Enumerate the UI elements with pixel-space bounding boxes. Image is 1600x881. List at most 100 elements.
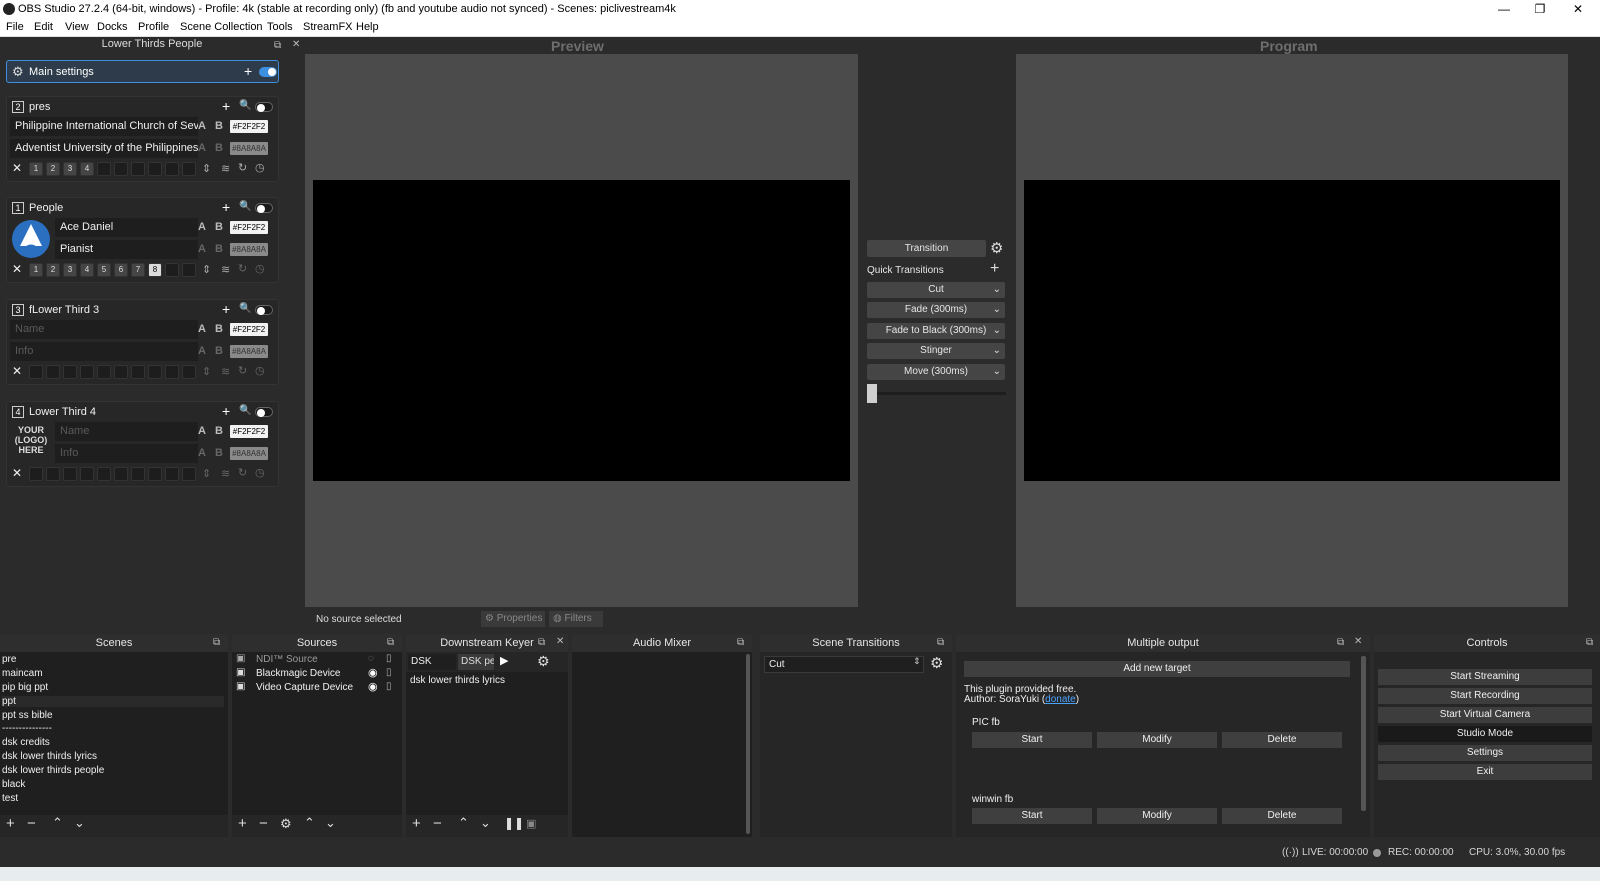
slot-7[interactable]: 7 <box>131 263 145 277</box>
clock-icon[interactable]: ◷ <box>255 466 265 479</box>
menu-tools[interactable]: Tools <box>267 21 293 33</box>
hidden-eye-icon[interactable]: ◌ <box>368 653 374 664</box>
lower-third-info-field[interactable]: Info <box>55 444 198 463</box>
slot-empty[interactable] <box>165 263 179 277</box>
info-color-chip[interactable]: #8A8A8A <box>230 345 268 358</box>
add-source-icon[interactable]: + <box>238 815 247 832</box>
clock-icon[interactable]: ◷ <box>255 161 265 174</box>
font-icon[interactable]: A <box>198 120 206 132</box>
eye-icon[interactable]: ◉ <box>368 680 378 693</box>
maximize-button[interactable]: ❐ <box>1522 0 1558 18</box>
chevron-down-icon[interactable]: ⌄ <box>993 364 1001 380</box>
clear-icon[interactable]: ✕ <box>12 262 22 276</box>
lower-third-title-field[interactable]: Name <box>55 422 198 441</box>
info-color-chip[interactable]: #8A8A8A <box>230 243 268 256</box>
eye-icon[interactable]: ◉ <box>368 666 378 679</box>
slot-1[interactable]: 1 <box>29 162 43 176</box>
scene-item-selected[interactable]: ppt <box>2 696 224 707</box>
font-icon[interactable]: A <box>198 425 206 437</box>
spinner-icon[interactable]: ⇕ <box>202 365 211 378</box>
quick-transition-cut[interactable]: Cut ⌄ <box>867 282 1005 298</box>
tab-scroll-right-icon[interactable]: ▶ <box>500 654 508 667</box>
scene-item[interactable]: ppt ss bible <box>2 710 53 721</box>
slot-empty[interactable] <box>97 467 111 481</box>
add-icon[interactable]: + <box>222 98 230 114</box>
scene-item[interactable]: dsk credits <box>2 737 50 748</box>
clock-icon[interactable]: ◷ <box>255 364 265 377</box>
slot-empty[interactable] <box>46 467 60 481</box>
slot-empty[interactable] <box>131 162 145 176</box>
clear-icon[interactable]: ✕ <box>12 364 22 378</box>
filters-button[interactable]: ◍ Filters <box>549 611 603 627</box>
lower-third-title-field[interactable]: Philippine International Church of Seven… <box>10 117 198 136</box>
scene-item[interactable]: dsk lower thirds lyrics <box>2 751 97 762</box>
move-down-icon[interactable]: ⌄ <box>480 815 491 831</box>
properties-button[interactable]: ⚙ Properties <box>481 611 545 627</box>
font-icon[interactable]: A <box>198 447 206 459</box>
slot-empty[interactable] <box>63 365 77 379</box>
search-icon[interactable]: 🔍 <box>239 405 251 416</box>
close-dock-icon[interactable]: ✕ <box>292 39 300 50</box>
menu-edit[interactable]: Edit <box>34 21 53 33</box>
bold-icon[interactable]: B <box>215 243 223 255</box>
slot-empty[interactable] <box>182 467 196 481</box>
spin-icon[interactable]: ⇕ <box>913 656 921 667</box>
lock-icon[interactable]: ▯ <box>386 667 392 678</box>
float-dock-icon[interactable]: ⧉ <box>1586 637 1593 648</box>
preview-canvas[interactable] <box>313 180 850 481</box>
move-down-icon[interactable]: ⌄ <box>74 815 85 831</box>
slot-empty[interactable] <box>114 365 128 379</box>
transition-select[interactable]: Cut <box>764 656 924 673</box>
lock-icon[interactable]: ▯ <box>386 653 392 664</box>
scene-item[interactable]: --------------- <box>2 723 52 734</box>
refresh-icon[interactable]: ↻ <box>238 466 247 479</box>
transition-button[interactable]: Transition <box>867 240 986 257</box>
target-start-button[interactable]: Start <box>972 732 1092 748</box>
slot-empty[interactable] <box>148 162 162 176</box>
spinner-icon[interactable]: ⇕ <box>202 263 211 276</box>
slot-empty[interactable] <box>131 365 145 379</box>
add-icon[interactable]: + <box>412 815 421 832</box>
scrollbar[interactable] <box>746 654 750 834</box>
close-dock-icon[interactable]: ✕ <box>1354 636 1362 647</box>
lower-third-info-field[interactable]: Adventist University of the Philippines <box>10 139 198 158</box>
gear-icon[interactable]: ⚙ <box>280 816 292 832</box>
menu-streamfx[interactable]: StreamFX <box>303 21 353 33</box>
quick-transition-fade[interactable]: Fade (300ms) ⌄ <box>867 302 1005 318</box>
preview-area[interactable] <box>305 54 858 607</box>
slot-empty[interactable] <box>29 365 43 379</box>
source-item[interactable]: NDI™ Source <box>256 654 318 665</box>
search-icon[interactable]: 🔍 <box>239 303 251 314</box>
chevron-down-icon[interactable]: ⌄ <box>993 282 1001 298</box>
add-quick-transition-icon[interactable]: + <box>990 260 999 278</box>
minimize-button[interactable]: — <box>1486 0 1522 18</box>
start-recording-button[interactable]: Start Recording <box>1378 688 1592 704</box>
source-item[interactable]: Video Capture Device <box>256 682 353 693</box>
slot-empty[interactable] <box>131 467 145 481</box>
slot-empty[interactable] <box>63 467 77 481</box>
lower-third-title-field[interactable]: Ace Daniel <box>55 218 198 237</box>
slot-8[interactable]: 8 <box>148 263 162 277</box>
menu-profile[interactable]: Profile <box>138 21 169 33</box>
dsk-item[interactable]: dsk lower thirds lyrics <box>410 675 505 686</box>
float-dock-icon[interactable]: ⧉ <box>213 637 220 648</box>
clear-icon[interactable]: ✕ <box>12 466 22 480</box>
target-modify-button[interactable]: Modify <box>1097 808 1217 824</box>
remove-source-icon[interactable]: − <box>259 815 268 832</box>
float-dock-icon[interactable]: ⧉ <box>937 637 944 648</box>
bold-icon[interactable]: B <box>215 142 223 154</box>
remove-icon[interactable]: − <box>433 815 442 832</box>
close-dock-icon[interactable]: ✕ <box>556 636 564 647</box>
add-icon[interactable]: + <box>222 403 230 419</box>
title-color-chip[interactable]: #F2F2F2 <box>230 120 268 133</box>
move-up-icon[interactable]: ⌃ <box>304 815 315 831</box>
font-icon[interactable]: A <box>198 323 206 335</box>
program-canvas[interactable] <box>1024 180 1560 481</box>
spinner-icon[interactable]: ⇕ <box>202 467 211 480</box>
slot-3[interactable]: 3 <box>63 162 77 176</box>
slot-empty[interactable] <box>114 162 128 176</box>
slot-empty[interactable] <box>46 365 60 379</box>
clear-icon[interactable]: ✕ <box>12 161 22 175</box>
lock-icon[interactable]: ▣ <box>526 817 536 830</box>
lower-third-info-field[interactable]: Info <box>10 342 198 361</box>
